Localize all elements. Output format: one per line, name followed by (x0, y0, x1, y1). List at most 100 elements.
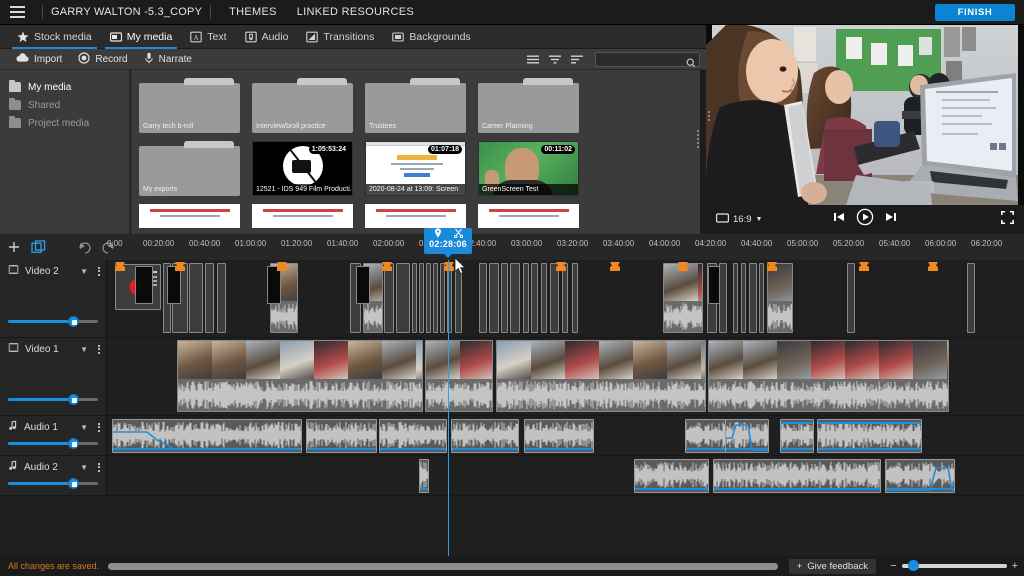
track-options-icon[interactable] (98, 462, 100, 472)
nav-linked-resources[interactable]: LINKED RESOURCES (287, 6, 424, 18)
timeline-clip[interactable] (541, 263, 547, 333)
track-header-video-2[interactable]: Video 2 ▼ (0, 260, 107, 338)
audio-envelope[interactable] (886, 460, 955, 493)
search-box[interactable] (595, 52, 700, 70)
chevron-down-icon[interactable]: ▼ (80, 267, 88, 276)
timeline-marker[interactable] (444, 262, 454, 271)
media-item-folder[interactable]: My exports (139, 141, 240, 196)
volume-slider-video-1[interactable] (8, 394, 98, 406)
track-options-icon[interactable] (98, 266, 100, 276)
timeline-clip-thumbnail[interactable] (708, 266, 720, 304)
chevron-down-icon[interactable]: ▼ (80, 423, 88, 432)
tab-stock-media[interactable]: Stock media (8, 25, 101, 49)
media-item-video[interactable]: 00:11:02 GreenScreen Test (478, 141, 579, 196)
record-button[interactable]: Record (70, 51, 135, 67)
timeline-clip[interactable] (217, 263, 226, 333)
timeline-clip[interactable] (433, 263, 438, 333)
give-feedback-button[interactable]: + Give feedback (788, 558, 876, 574)
sort-icon[interactable] (567, 51, 587, 69)
timeline-horizontal-scrollbar[interactable] (108, 562, 778, 570)
media-item-video[interactable]: 1:05:53:24 12521 - IDS 949 Film Producti… (252, 141, 353, 196)
timeline-clip[interactable] (759, 263, 764, 333)
timeline-audio-clip[interactable] (885, 459, 955, 493)
timeline-clip[interactable] (419, 263, 424, 333)
timeline-clip[interactable] (384, 263, 394, 333)
timeline-clip[interactable] (510, 263, 520, 333)
filter-icon[interactable] (545, 51, 565, 69)
next-frame-icon[interactable] (884, 210, 898, 229)
chevron-down-icon[interactable]: ▼ (80, 463, 88, 472)
timeline-audio-clip[interactable] (379, 419, 447, 453)
timeline-marker[interactable] (175, 262, 185, 271)
timeline-clip[interactable] (496, 340, 706, 412)
preview-video[interactable] (706, 25, 1024, 205)
nav-project-media[interactable]: Project media (0, 114, 129, 132)
volume-slider-audio-2[interactable] (8, 478, 98, 490)
timeline-clip[interactable] (205, 263, 214, 333)
timeline-marker[interactable] (859, 262, 869, 271)
timeline-audio-clip[interactable] (725, 419, 769, 453)
finish-button[interactable]: FINISH (935, 4, 1015, 21)
timeline-clip-thumbnail[interactable] (356, 266, 370, 304)
volume-slider-audio-1[interactable] (8, 438, 98, 450)
timeline-clip[interactable] (523, 263, 529, 333)
import-button[interactable]: Import (8, 52, 70, 66)
track-clips-audio-1[interactable] (107, 416, 1024, 456)
timeline-clip[interactable] (479, 263, 487, 333)
playhead-line[interactable] (448, 260, 449, 556)
narrate-button[interactable]: Narrate (136, 52, 200, 67)
track-header-audio-2[interactable]: Audio 2 ▼ (0, 456, 107, 496)
timeline-marker[interactable] (610, 262, 620, 271)
timeline-clip[interactable] (426, 263, 431, 333)
timeline-marker[interactable] (767, 262, 777, 271)
zoom-in-button[interactable]: + (1012, 560, 1018, 572)
zoom-out-button[interactable]: − (890, 560, 896, 572)
timeline-audio-clip[interactable] (780, 419, 814, 453)
timeline-audio-clip[interactable] (112, 419, 302, 453)
timeline-audio-clip[interactable] (634, 459, 709, 493)
timeline-clip[interactable] (501, 263, 508, 333)
add-icon[interactable] (2, 234, 26, 260)
timeline-clip[interactable] (531, 263, 538, 333)
timeline-clip[interactable] (189, 263, 203, 333)
media-item-document[interactable] (252, 204, 353, 234)
timeline-marker[interactable] (556, 262, 566, 271)
media-item-document[interactable] (139, 204, 240, 234)
media-item-folder[interactable]: Interview/broll practice (252, 78, 353, 133)
zoom-slider[interactable] (901, 560, 1007, 571)
tab-text[interactable]: A Text (181, 25, 235, 49)
timeline-clip[interactable] (719, 263, 727, 333)
aspect-ratio-selector[interactable]: 16:9 ▼ (716, 213, 762, 226)
timeline-clip[interactable] (412, 263, 417, 333)
media-item-folder[interactable]: Garry tech b-roll (139, 78, 240, 133)
tab-backgrounds[interactable]: Backgrounds (383, 25, 479, 49)
nav-my-media[interactable]: My media (0, 78, 129, 96)
track-options-icon[interactable] (98, 422, 100, 432)
nav-shared[interactable]: Shared (0, 96, 129, 114)
undo-icon[interactable] (72, 234, 96, 260)
previous-frame-icon[interactable] (832, 210, 846, 229)
timeline-clip[interactable] (440, 263, 445, 333)
timeline-clip[interactable] (847, 263, 855, 333)
nav-themes[interactable]: THEMES (219, 6, 287, 18)
timeline-marker[interactable] (277, 262, 287, 271)
timeline-clip[interactable] (396, 263, 410, 333)
timeline-ruler[interactable]: 0:00 00:20:00 00:40:00 01:00:00 01:20:00… (107, 234, 1024, 260)
timeline-clip-thumbnail[interactable] (167, 266, 181, 304)
timeline-clip-thumbnail[interactable] (267, 266, 281, 304)
timeline-clip[interactable] (489, 263, 499, 333)
media-item-folder[interactable]: Career Planning (478, 78, 579, 133)
tab-transitions[interactable]: Transitions (297, 25, 383, 49)
timeline-clip[interactable] (767, 263, 793, 333)
timeline-clip[interactable] (741, 263, 746, 333)
timeline-clip[interactable] (562, 263, 568, 333)
media-item-video[interactable]: 01:07:18 2020-08-24 at 13:09: Screen (365, 141, 466, 196)
timeline-clip[interactable] (967, 263, 975, 333)
timeline-audio-clip[interactable] (419, 459, 429, 493)
chevron-down-icon[interactable]: ▼ (80, 345, 88, 354)
tab-audio[interactable]: Audio (236, 25, 298, 49)
timeline-clip[interactable] (733, 263, 738, 333)
volume-slider-video-2[interactable] (8, 316, 98, 328)
timeline-clip[interactable] (425, 340, 493, 412)
track-clips-video-1[interactable] (107, 338, 1024, 416)
